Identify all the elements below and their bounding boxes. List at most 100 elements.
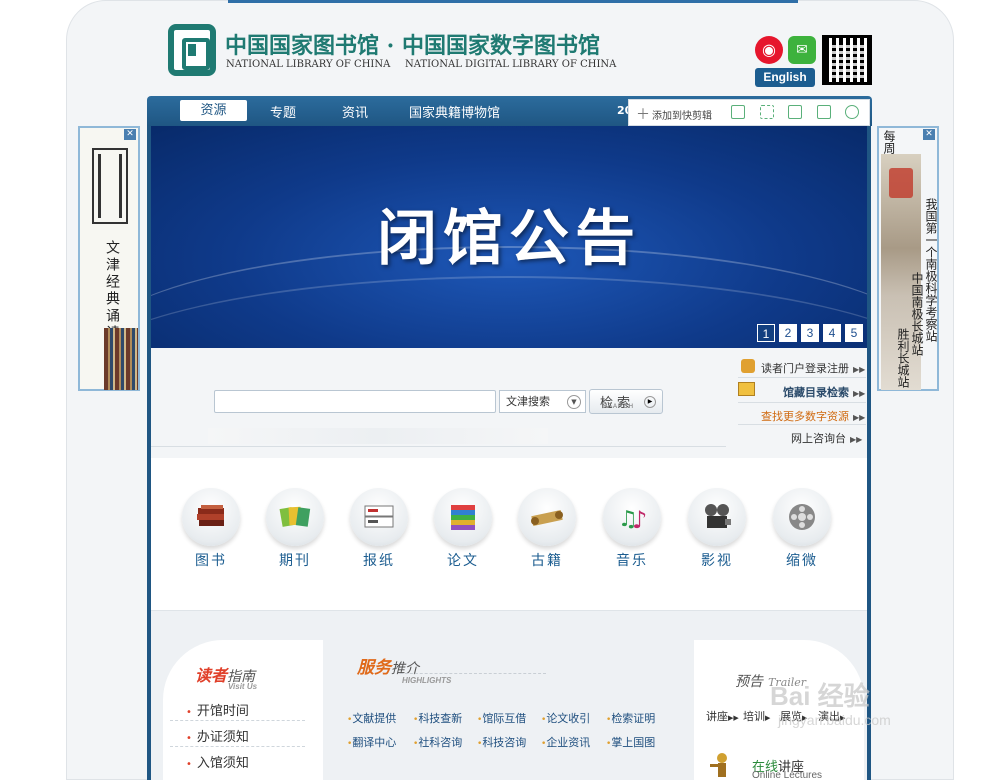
more-resources-label: 查找更多数字资源 [761,410,849,423]
catalog-search-label: 馆藏目录检索 [783,386,849,399]
trailer-training-link[interactable]: 培训▶ [743,708,770,724]
chevron-down-icon[interactable]: ▼ [567,395,581,409]
online-consult-link[interactable]: 网上咨询台 ▶▶ [791,430,862,446]
slide-dot-1[interactable]: 1 [757,324,775,342]
newspaper-icon [350,488,408,546]
nav-tab-museum[interactable]: 国家典籍博物馆 [409,102,500,121]
search-input[interactable] [214,390,496,413]
resource-books[interactable]: 图书 [176,488,246,570]
services-title-red: 服务 [357,658,391,678]
service-link[interactable]: •文献提供 [347,710,396,726]
services-title-gray: 推介 [391,661,419,677]
site-subtitle-right: NATIONAL DIGITAL LIBRARY OF CHINA [405,59,617,70]
resource-label: 古籍 [531,553,563,569]
right-float-ad[interactable]: ✕ 每周一库 我国第一个南极科学考察站 中国南极长城站 胜利长城站 [877,126,939,391]
service-link[interactable]: •科技查新 [413,710,462,726]
english-button[interactable]: English [755,68,815,87]
resource-theses[interactable]: 论文 [428,488,498,570]
resource-music[interactable]: ♫ ♪ 音乐 [597,488,667,570]
guide-card-notice[interactable]: • 办证须知 [186,726,249,745]
services-heading: 服务推介 [357,653,419,678]
guide-divider [170,720,305,721]
projector-icon [688,488,746,546]
resource-label: 音乐 [616,553,648,569]
slide-dot-5[interactable]: 5 [845,324,863,342]
resource-label: 缩微 [786,553,818,569]
left-ad-text: 文津经典诵读 [104,240,120,342]
resource-microfilm[interactable]: 缩微 [767,488,837,570]
reader-portal-link[interactable]: 读者门户登录注册 ▶▶ [761,360,865,376]
service-link[interactable]: •社科咨询 [413,734,462,750]
bookshelf-image [104,328,138,390]
trailer-lectures-link[interactable]: 讲座▶▶ [706,708,739,724]
guide-item-label: 开馆时间 [196,704,249,719]
services-heading-rule [400,673,546,674]
slide-dot-3[interactable]: 3 [801,324,819,342]
search-scope-select[interactable]: 文津搜索 ▼ [499,390,586,413]
arrow-right-icon: ▶ [644,396,656,408]
service-link[interactable]: •馆际互借 [477,710,526,726]
clip-toolbox: ＋ 添加到快剪辑 [628,99,870,126]
close-icon[interactable]: ✕ [124,129,136,140]
resource-video[interactable]: 影视 [682,488,752,570]
more-resources-link[interactable]: 查找更多数字资源 ▶▶ [761,408,865,424]
theses-icon [434,488,492,546]
quick-link-divider [738,377,866,378]
resource-label: 论文 [447,553,479,569]
svg-text:♪: ♪ [632,506,647,532]
music-icon: ♫ ♪ [603,488,661,546]
share-icon[interactable] [817,105,831,119]
service-label: 论文收引 [546,712,591,725]
resource-label: 期刊 [279,553,311,569]
trailer-title: 预告 [735,674,763,690]
reader-guide-sub: Visit Us [228,682,258,691]
nav-tab-news[interactable]: 资讯 [342,102,368,121]
catalog-search-link[interactable]: 馆藏目录检索 ▶▶ [783,384,865,400]
service-label: 科技查新 [418,712,463,725]
banner-carousel[interactable]: 闭馆公告 1 2 3 4 5 [151,126,867,348]
service-label: 馆际互借 [482,712,527,725]
service-link[interactable]: •翻译中心 [347,734,396,750]
save-icon[interactable] [788,105,802,119]
top-strip [228,0,798,3]
watermark-url: jingyan.baidu.com [778,712,891,728]
resource-ancient-books[interactable]: 古籍 [512,488,582,570]
nav-tab-topics[interactable]: 专题 [270,102,296,121]
weibo-icon[interactable]: ◉ [755,36,783,64]
books-icon [182,488,240,546]
settings-icon[interactable] [845,105,859,119]
baidu-jingyan-watermark: Bai 经验 [770,681,870,711]
slide-dot-2[interactable]: 2 [779,324,797,342]
service-link[interactable]: •论文收引 [541,710,590,726]
search-button[interactable]: 检索 SEARCH ▶ [589,389,663,414]
site-title: 中国国家图书馆 · 中国国家数字图书馆 [225,33,600,59]
wechat-icon[interactable]: ✉ [788,36,816,64]
guide-item-label: 办证须知 [196,730,249,745]
resource-newspapers[interactable]: 报纸 [344,488,414,570]
banner-title: 闭馆公告 [377,204,641,274]
fullscreen-icon[interactable] [760,105,774,119]
service-link[interactable]: •检索证明 [606,710,655,726]
service-link[interactable]: •科技咨询 [477,734,526,750]
resource-journals[interactable]: 期刊 [260,488,330,570]
slide-dot-4[interactable]: 4 [823,324,841,342]
service-label: 科技咨询 [482,736,527,749]
reader-guide-title-red: 读者 [195,666,228,685]
close-icon[interactable]: ✕ [923,129,935,140]
service-link[interactable]: •企业资讯 [541,734,590,750]
left-float-ad[interactable]: ✕ 文津经典诵读 [78,126,140,391]
user-icon [741,359,755,373]
service-label: 检索证明 [611,712,656,725]
guide-entry-notice[interactable]: • 入馆须知 [186,752,249,771]
search-button-sub: SEARCH [603,404,635,410]
plus-icon[interactable]: ＋ [636,104,650,124]
service-label: 文献提供 [352,712,397,725]
library-logo[interactable] [168,24,216,76]
trailer-item-label: 培训 [743,710,765,723]
nav-tab-resources[interactable]: 资源 [180,100,247,121]
add-to-clip-link[interactable]: 添加到快剪辑 [652,107,712,122]
service-link[interactable]: •掌上国图 [606,734,655,750]
journals-icon [266,488,324,546]
clip-icon[interactable] [731,105,745,119]
guide-opening-hours[interactable]: • 开馆时间 [186,700,249,719]
